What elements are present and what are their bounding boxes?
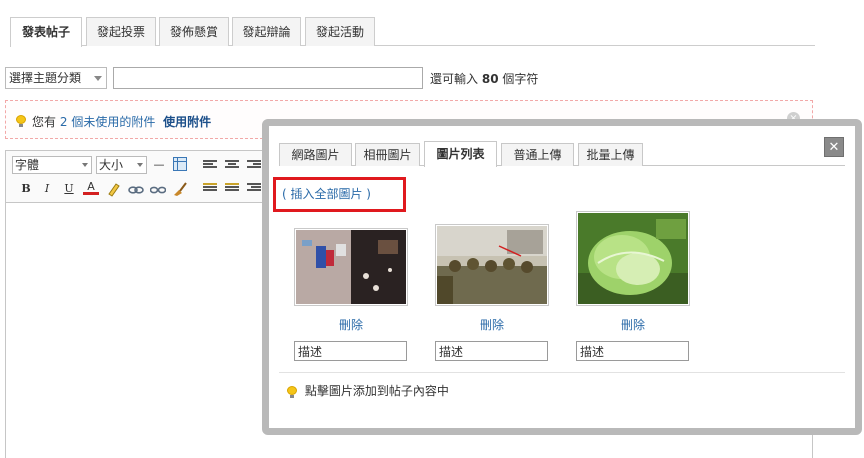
font-size-select[interactable]: 大小 <box>96 156 147 174</box>
delete-image-link[interactable]: 刪除 <box>435 316 549 333</box>
tab-new-poll[interactable]: 發起投票 <box>86 17 156 46</box>
notice-text: 您有 2 個未使用的附件 使用附件 <box>32 113 211 130</box>
notice-middle: 個未使用的附件 <box>71 115 156 129</box>
subject-input[interactable] <box>113 67 423 89</box>
photo-lettuce <box>578 213 688 304</box>
category-select-label: 選擇主題分類 <box>9 71 82 85</box>
table-icon <box>173 157 187 171</box>
tab-new-debate[interactable]: 發起辯論 <box>232 17 301 46</box>
font-family-label: 字體 <box>15 158 40 172</box>
chevron-down-icon <box>94 76 102 81</box>
image-thumbnail[interactable] <box>294 228 408 306</box>
insert-all-images-link[interactable]: ( 插入全部圖片 ) <box>273 177 406 212</box>
tab-album-image[interactable]: 相冊圖片 <box>355 143 420 166</box>
tab-image-list[interactable]: 圖片列表 <box>424 141 497 167</box>
category-select[interactable]: 選擇主題分類 <box>5 67 107 89</box>
image-dialog: 網路圖片 相冊圖片 圖片列表 普通上傳 批量上傳 ✕ ( 插入全部圖片 ) 刪除 <box>262 119 862 435</box>
delete-image-link[interactable]: 刪除 <box>294 316 408 333</box>
image-dialog-tabs: 網路圖片 相冊圖片 圖片列表 普通上傳 批量上傳 <box>279 137 845 167</box>
font-family-select[interactable]: 字體 <box>12 156 92 174</box>
italic-button[interactable]: I <box>39 181 55 197</box>
chevron-down-icon <box>82 163 88 167</box>
unlink-icon[interactable] <box>149 181 167 197</box>
lightbulb-icon <box>287 385 297 398</box>
clear-format-icon[interactable] <box>172 181 188 197</box>
unordered-list-icon[interactable] <box>225 183 239 195</box>
table-button[interactable] <box>172 157 188 173</box>
delete-image-link[interactable]: 刪除 <box>576 316 690 333</box>
image-description-input[interactable] <box>294 341 407 361</box>
tab-new-reward[interactable]: 發佈懸賞 <box>159 17 229 46</box>
ordered-list-icon[interactable] <box>203 183 217 195</box>
tab-normal-upload[interactable]: 普通上傳 <box>501 143 574 166</box>
text-color-button[interactable]: A <box>83 180 99 195</box>
tab-batch-upload[interactable]: 批量上傳 <box>578 143 643 166</box>
tab-new-activity[interactable]: 發起活動 <box>305 17 375 46</box>
chevron-down-icon <box>137 163 143 167</box>
char-count-prefix: 還可輸入 <box>430 72 479 86</box>
tab-web-image[interactable]: 網路圖片 <box>279 143 352 166</box>
image-description-input[interactable] <box>435 341 548 361</box>
image-thumbnail[interactable] <box>576 211 690 306</box>
image-thumbnail[interactable] <box>435 224 549 306</box>
underline-button[interactable]: U <box>61 181 77 197</box>
highlight-icon[interactable] <box>106 181 122 197</box>
post-type-tabs: 發表帖子 發起投票 發佈懸賞 發起辯論 發起活動 <box>10 17 815 47</box>
char-count-number: 80 <box>481 72 499 86</box>
align-center-icon[interactable] <box>225 160 239 172</box>
tab-new-post[interactable]: 發表帖子 <box>10 17 82 47</box>
bold-button[interactable]: B <box>18 181 34 197</box>
char-count-hint: 還可輸入 80 個字符 <box>430 70 538 87</box>
align-left-icon[interactable] <box>203 160 217 172</box>
image-dialog-tip: 點擊圖片添加到帖子內容中 <box>287 382 449 399</box>
align-right-icon[interactable] <box>247 160 261 172</box>
lightbulb-icon <box>16 115 26 127</box>
image-description-input[interactable] <box>576 341 689 361</box>
use-attachments-link[interactable]: 使用附件 <box>163 115 211 129</box>
indent-icon[interactable] <box>247 183 261 195</box>
horizontal-rule-button[interactable]: — <box>151 157 167 173</box>
image-dialog-tip-text: 點擊圖片添加到帖子內容中 <box>304 384 449 398</box>
photo-soldiers <box>437 226 547 304</box>
link-icon[interactable] <box>128 181 144 197</box>
close-button[interactable]: ✕ <box>824 137 844 157</box>
font-size-label: 大小 <box>99 158 124 172</box>
photo-room-wall <box>296 230 406 304</box>
divider <box>279 372 845 373</box>
char-count-suffix: 個字符 <box>502 72 539 86</box>
notice-count: 2 <box>59 115 68 129</box>
notice-prefix: 您有 <box>32 115 57 129</box>
